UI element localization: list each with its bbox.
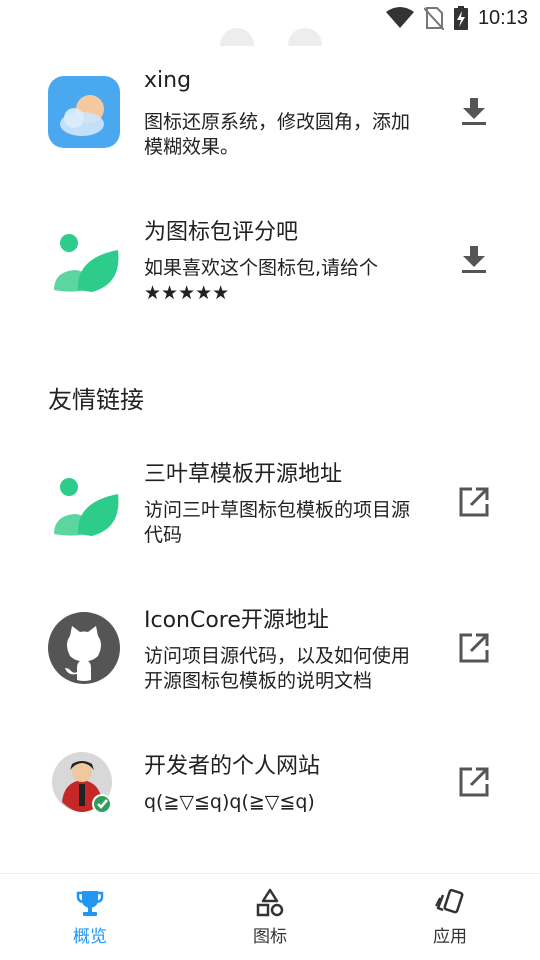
nav-label: 应用: [433, 927, 467, 947]
developer-avatar: [52, 752, 116, 816]
overscroll-shadow: [288, 28, 322, 46]
wifi-icon: [385, 7, 414, 28]
list-item-developer-site[interactable]: 开发者的个人网站 q(≧▽≦q)q(≧▽≦q): [0, 748, 540, 828]
list-item-xing[interactable]: xing 图标还原系统，修改圆角，添加模糊效果。: [0, 68, 540, 178]
weather-app-icon: [48, 76, 120, 148]
item-description: 图标还原系统，修改圆角，添加模糊效果。: [144, 111, 411, 158]
list-item-clover-template[interactable]: 三叶草模板开源地址 访问三叶草图标包模板的项目源代码: [0, 456, 540, 566]
nav-icons[interactable]: 图标: [180, 874, 360, 960]
no-sim-icon: [423, 7, 444, 30]
open-in-new-icon: [459, 487, 489, 517]
open-in-new-icon: [459, 633, 489, 663]
item-title: IconCore开源地址: [144, 608, 329, 633]
clover-leaf-icon: [48, 472, 120, 544]
overscroll-shadow: [220, 28, 254, 46]
nav-label: 图标: [253, 927, 287, 947]
section-title: 友情链接: [48, 386, 144, 414]
download-icon: [462, 246, 486, 273]
status-bar: 10:13: [0, 0, 540, 46]
bottom-navigation: 概览 图标 应用: [0, 873, 540, 960]
nav-apps[interactable]: 应用: [360, 874, 540, 960]
download-button[interactable]: [456, 94, 492, 130]
open-in-new-icon: [459, 767, 489, 797]
nav-label: 概览: [73, 927, 107, 947]
battery-charging-icon: [453, 6, 468, 30]
item-description: 如果喜欢这个图标包,请给个★★★★★: [144, 257, 379, 304]
item-description: q(≧▽≦q)q(≧▽≦q): [144, 791, 315, 813]
trophy-icon: [76, 891, 104, 916]
item-title: xing: [144, 68, 192, 93]
cards-icon: [435, 888, 464, 914]
open-link-button[interactable]: [456, 764, 492, 800]
item-title: 开发者的个人网站: [144, 754, 321, 779]
item-title: 三叶草模板开源地址: [144, 462, 343, 487]
clover-leaf-icon: [48, 228, 120, 300]
download-button[interactable]: [456, 242, 492, 278]
list-item-rate[interactable]: 为图标包评分吧 如果喜欢这个图标包,请给个★★★★★: [0, 212, 540, 322]
shapes-icon: [256, 888, 284, 917]
github-icon: [48, 612, 120, 684]
status-time: 10:13: [477, 6, 528, 29]
item-description: 访问项目源代码，以及如何使用开源图标包模板的说明文档: [144, 645, 411, 692]
open-link-button[interactable]: [456, 484, 492, 520]
nav-overview[interactable]: 概览: [0, 874, 180, 960]
open-link-button[interactable]: [456, 630, 492, 666]
list-item-iconcore[interactable]: IconCore开源地址 访问项目源代码，以及如何使用开源图标包模板的说明文档: [0, 602, 540, 712]
download-icon: [462, 98, 486, 125]
item-description: 访问三叶草图标包模板的项目源代码: [144, 499, 411, 546]
item-title: 为图标包评分吧: [144, 220, 299, 245]
